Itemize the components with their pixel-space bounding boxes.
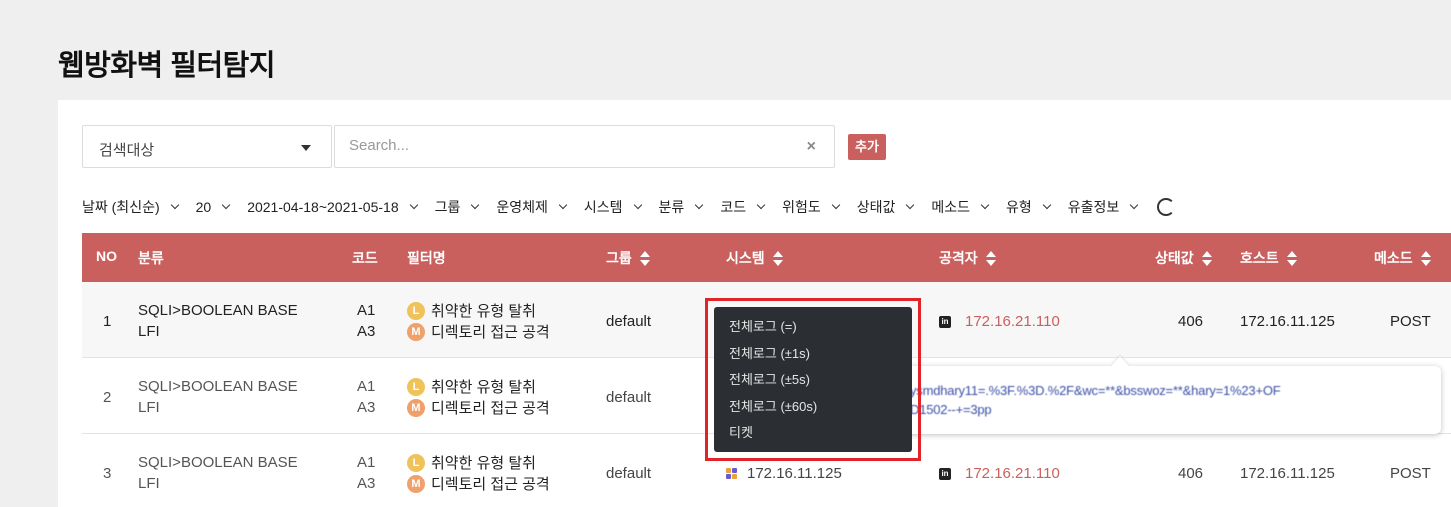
search-target-label: 검색대상 (99, 142, 155, 159)
filter-date-range[interactable]: 2021-04-18~2021-05-18 (247, 199, 418, 215)
chevron-down-icon (906, 200, 915, 210)
attacker-icon: in (939, 467, 951, 480)
row-host: 172.16.11.125 (1240, 313, 1335, 330)
col-system[interactable]: 시스템 (726, 248, 783, 268)
chevron-down-icon (1042, 200, 1052, 210)
col-no: NO (96, 248, 117, 264)
add-button[interactable]: 추가 (848, 134, 886, 160)
row-category: SQLI>BOOLEAN BASE LFI (138, 454, 298, 492)
row-no: 1 (103, 313, 112, 330)
row-category: SQLI>BOOLEAN BASE LFI (138, 378, 298, 416)
filter-group[interactable]: 그룹 (435, 197, 480, 217)
risk-low-badge: L (407, 377, 425, 396)
sort-icon[interactable] (772, 250, 783, 266)
row-method: POST (1390, 465, 1431, 482)
system-context-menu: 전체로그 (=) 전체로그 (±1s) 전체로그 (±5s) 전체로그 (±60… (714, 307, 912, 452)
col-group[interactable]: 그룹 (606, 248, 650, 268)
chevron-down-icon (1130, 200, 1139, 210)
row-group: default (606, 313, 652, 330)
filter-risk[interactable]: 위험도 (782, 197, 840, 217)
row-filters: L 취약한 유형 탈취 M 디렉토리 접근 공격 (407, 300, 550, 342)
filter-os[interactable]: 운영체제 (496, 197, 568, 217)
menu-item-full-log-60s[interactable]: 전체로그 (±60s) (714, 396, 912, 423)
row-attacker[interactable]: in 172.16.21.110 (939, 313, 1060, 330)
filter-leak-info[interactable]: 유출정보 (1068, 197, 1139, 217)
filter-status[interactable]: 상태값 (857, 197, 915, 217)
tooltip-text: ysmdhary11=.%3F.%3D.%2F&wc=**&bsswoz=**&… (910, 383, 1281, 417)
menu-item-full-log[interactable]: 전체로그 (=) (714, 316, 912, 343)
menu-item-full-log-5s[interactable]: 전체로그 (±5s) (714, 369, 912, 396)
row-group: default (606, 389, 652, 406)
filter-bar: 날짜 (최신순) 20 2021-04-18~2021-05-18 그룹 운영체… (82, 196, 1176, 218)
chevron-down-icon (170, 200, 179, 210)
chevron-down-icon (558, 200, 568, 210)
filter-system[interactable]: 시스템 (584, 197, 642, 217)
col-code: 코드 (352, 250, 378, 266)
clear-icon[interactable]: × (807, 138, 816, 156)
col-method[interactable]: 메소드 (1374, 248, 1431, 268)
table-header: NO 분류 코드 필터명 그룹 시스템 공격자 상태값 호스트 메소드 (82, 233, 1451, 282)
sort-icon[interactable] (639, 250, 650, 266)
risk-low-badge: L (407, 301, 425, 320)
search-box[interactable]: × (334, 125, 835, 168)
menu-item-full-log-1s[interactable]: 전체로그 (±1s) (714, 343, 912, 370)
sort-icon[interactable] (1420, 250, 1431, 266)
row-code: A1 A3 (357, 302, 376, 340)
col-attacker[interactable]: 공격자 (939, 248, 996, 268)
risk-medium-badge: M (407, 398, 425, 417)
col-category: 분류 (138, 250, 164, 266)
attacker-icon: in (939, 315, 951, 328)
row-code: A1 A3 (357, 378, 376, 416)
chevron-down-icon (471, 200, 480, 210)
filter-method[interactable]: 메소드 (931, 197, 990, 217)
row-status: 406 (1178, 313, 1204, 330)
chevron-down-icon (221, 200, 231, 210)
chevron-down-icon (633, 200, 642, 210)
chevron-down-icon (756, 200, 766, 210)
row-filters: L 취약한 유형 탈취 M 디렉토리 접근 공격 (407, 376, 550, 418)
row-host: 172.16.11.125 (1240, 465, 1335, 482)
filter-code[interactable]: 코드 (720, 197, 766, 217)
row-no: 2 (103, 389, 112, 406)
row-category: SQLI>BOOLEAN BASE LFI (138, 302, 298, 340)
search-target-select[interactable]: 검색대상 (82, 125, 332, 168)
row-attacker[interactable]: in 172.16.21.110 (939, 465, 1060, 482)
windows-icon (726, 467, 738, 480)
row-status: 406 (1178, 465, 1204, 482)
caret-down-icon (301, 145, 311, 151)
row-filters: L 취약한 유형 탈취 M 디렉토리 접근 공격 (407, 452, 550, 494)
risk-low-badge: L (407, 453, 425, 472)
chevron-down-icon (980, 200, 990, 210)
risk-medium-badge: M (407, 322, 425, 341)
filter-type[interactable]: 유형 (1006, 197, 1052, 217)
search-input[interactable] (349, 137, 789, 154)
risk-medium-badge: M (407, 474, 425, 493)
refresh-icon[interactable] (1157, 198, 1176, 216)
chevron-down-icon (695, 200, 704, 210)
chevron-down-icon (409, 200, 418, 210)
filter-category[interactable]: 분류 (659, 197, 704, 217)
page-title: 웹방화벽 필터탐지 (58, 50, 276, 82)
col-filter-name: 필터명 (407, 250, 446, 266)
filter-sort-date[interactable]: 날짜 (최신순) (82, 197, 179, 217)
payload-tooltip: ysmdhary11=.%3F.%3D.%2F&wc=**&bsswoz=**&… (860, 356, 1441, 434)
row-system[interactable]: 172.16.11.125 (726, 465, 842, 482)
menu-item-ticket[interactable]: 티켓 (714, 422, 912, 449)
row-method: POST (1390, 313, 1431, 330)
col-status[interactable]: 상태값 (1155, 248, 1212, 268)
sort-icon[interactable] (1286, 250, 1297, 266)
row-no: 3 (103, 465, 112, 482)
row-code: A1 A3 (357, 454, 376, 492)
filter-page-size[interactable]: 20 (196, 199, 231, 215)
sort-icon[interactable] (985, 250, 996, 266)
chevron-down-icon (831, 200, 840, 210)
sort-icon[interactable] (1201, 250, 1212, 266)
col-host[interactable]: 호스트 (1240, 248, 1297, 268)
row-group: default (606, 465, 652, 482)
